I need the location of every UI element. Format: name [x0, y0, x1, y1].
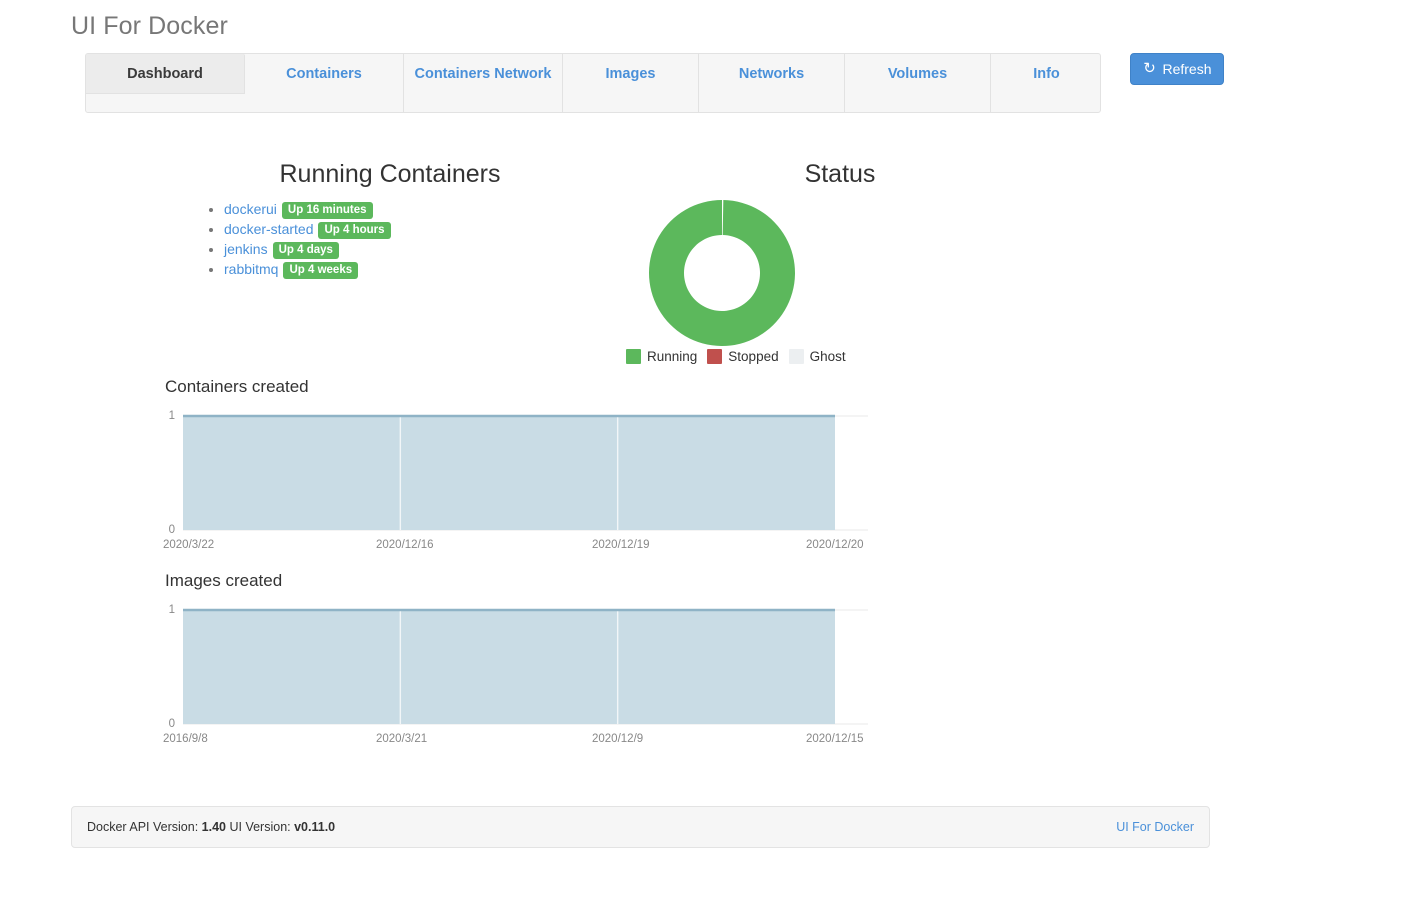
chart-area-fill [183, 610, 835, 724]
legend-label-running: Running [647, 349, 698, 364]
tab-volumes-label: Volumes [887, 66, 948, 82]
containers-xtick-3: 2020/12/20 [806, 539, 864, 551]
running-containers-title: Running Containers [279, 160, 501, 188]
images-created-svg [183, 608, 868, 725]
donut-slice-running[interactable] [649, 200, 795, 346]
images-ytick-bottom: 0 [168, 718, 175, 730]
ui-version-label: UI Version: [229, 820, 291, 834]
legend-label-ghost: Ghost [809, 349, 846, 364]
legend-swatch-stopped [707, 349, 723, 364]
tab-containers-network-label: Containers Network [414, 66, 552, 82]
status-badge: Up 4 days [272, 242, 339, 259]
tab-containers-network[interactable]: Containers Network [404, 54, 563, 112]
list-item: rabbitmq Up 4 weeks [224, 259, 391, 279]
list-item: docker-started Up 4 hours [224, 219, 391, 239]
refresh-button[interactable]: ↻ Refresh [1130, 53, 1224, 85]
tab-containers-label: Containers [286, 66, 362, 82]
legend-item-stopped[interactable]: Stopped [707, 349, 779, 364]
legend-label-stopped: Stopped [728, 349, 779, 364]
main-tabs: Dashboard Containers Containers Network … [85, 53, 1101, 113]
images-ytick-top: 1 [168, 604, 175, 616]
list-item: dockeruiUp 16 minutes [224, 199, 391, 219]
status-donut-chart[interactable] [649, 200, 795, 346]
api-version-label: Docker API Version: [87, 820, 199, 834]
refresh-icon: ↻ [1143, 60, 1156, 77]
api-version-value: 1.40 [201, 820, 226, 834]
images-created-chart[interactable] [183, 606, 868, 728]
chart-area-fill [183, 416, 835, 530]
container-link[interactable]: docker-started [224, 221, 313, 237]
images-xtick-1: 2020/3/21 [376, 733, 428, 745]
images-xtick-2: 2020/12/9 [592, 733, 644, 745]
containers-created-svg [183, 414, 868, 531]
list-item: jenkinsUp 4 days [224, 239, 391, 259]
containers-ytick-top: 1 [168, 410, 175, 422]
legend-swatch-running [626, 349, 641, 364]
containers-created-chart[interactable] [183, 412, 868, 534]
page-title: UI For Docker [71, 12, 228, 40]
footer: Docker API Version: 1.40 UI Version: v0.… [71, 806, 1210, 848]
status-badge: Up 4 hours [318, 222, 391, 239]
tab-containers[interactable]: Containers [245, 54, 404, 112]
status-chart-legend: Running Stopped Ghost [626, 349, 866, 364]
containers-xtick-2: 2020/12/19 [592, 539, 650, 551]
container-link[interactable]: jenkins [224, 241, 268, 257]
containers-xtick-1: 2020/12/16 [376, 539, 434, 551]
legend-swatch-ghost [788, 349, 804, 364]
status-chart-title: Status [804, 160, 876, 188]
ui-version-value: v0.11.0 [294, 820, 336, 834]
footer-version-text: Docker API Version: 1.40 UI Version: v0.… [87, 820, 335, 834]
containers-xtick-0: 2020/3/22 [163, 539, 215, 551]
refresh-button-label: Refresh [1162, 61, 1212, 77]
tab-networks[interactable]: Networks [699, 54, 845, 112]
legend-item-ghost[interactable]: Ghost [788, 349, 846, 364]
containers-created-title: Containers created [165, 377, 309, 396]
images-xtick-0: 2016/9/8 [163, 733, 208, 745]
status-badge: Up 16 minutes [281, 202, 373, 219]
status-badge: Up 4 weeks [283, 262, 359, 279]
tab-images-label: Images [605, 66, 656, 82]
images-xtick-3: 2020/12/15 [806, 733, 864, 745]
legend-item-running[interactable]: Running [626, 349, 697, 364]
tab-networks-label: Networks [738, 66, 805, 82]
container-link[interactable]: rabbitmq [224, 261, 278, 277]
status-donut-svg [649, 200, 795, 346]
tab-info[interactable]: Info [991, 54, 1102, 112]
running-containers-list: dockeruiUp 16 minutes docker-started Up 4… [200, 199, 391, 279]
tab-images[interactable]: Images [563, 54, 699, 112]
tab-dashboard[interactable]: Dashboard [86, 54, 245, 94]
images-created-title: Images created [165, 571, 283, 590]
container-link[interactable]: dockerui [224, 201, 277, 217]
containers-ytick-bottom: 0 [168, 524, 175, 536]
footer-link[interactable]: UI For Docker [1116, 820, 1194, 834]
tab-info-label: Info [1033, 66, 1060, 82]
tab-dashboard-label: Dashboard [127, 66, 203, 82]
tab-volumes[interactable]: Volumes [845, 54, 991, 112]
